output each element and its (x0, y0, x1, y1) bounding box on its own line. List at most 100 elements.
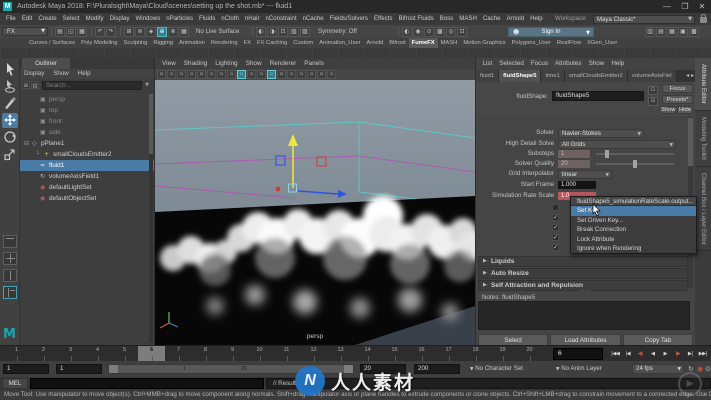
range-start-handle[interactable] (109, 365, 118, 373)
outliner-tab[interactable]: Outliner (22, 58, 70, 69)
attribute-checkbox[interactable]: ✓ (552, 234, 559, 241)
lasso-tool[interactable] (2, 79, 18, 94)
shelf-tab[interactable]: Animation_User (316, 38, 363, 48)
menu-item[interactable]: Fields/Solvers (327, 13, 371, 25)
swatch-icon[interactable]: ⊟ (648, 97, 658, 106)
timeline-frame[interactable]: 17 (435, 346, 462, 362)
scale-tool[interactable] (2, 147, 18, 162)
viewport-toolbar-icon[interactable]: ▫ (297, 70, 306, 79)
construction-history-icon[interactable]: ◐ (256, 27, 266, 37)
character-set-dropdown[interactable]: ▼ No Character Set (470, 361, 523, 378)
make-live-icon[interactable]: ⊗ (168, 27, 178, 37)
menu-item[interactable]: Display (107, 13, 133, 25)
timeline-frame[interactable]: 6 (138, 346, 165, 362)
open-render-view-icon[interactable]: ◑ (267, 27, 277, 37)
node-tab[interactable]: time1 (541, 70, 564, 82)
menu-item[interactable]: Windows (133, 13, 164, 25)
workspace-lock-icon[interactable] (700, 17, 707, 23)
display-layer-icon[interactable]: ◐ (402, 27, 412, 37)
menu-item[interactable]: nHair (242, 13, 263, 25)
start-frame-input[interactable]: 1.000 (558, 181, 596, 189)
section-auto-resize[interactable]: ▶Auto Resize (478, 268, 688, 279)
node-tab[interactable]: volumeAxisFiel (628, 70, 677, 82)
light-editor-icon[interactable]: ◎ (446, 27, 456, 37)
attribute-checkbox[interactable]: ✓ (552, 214, 559, 221)
node-name-input[interactable]: fluidShape5 (552, 91, 644, 101)
pause-icon[interactable]: ⊡ (457, 27, 467, 37)
snap-point-icon[interactable]: ◈ (146, 27, 156, 37)
shelf-tab[interactable]: FumeFX (409, 38, 438, 48)
grid-interpolator-dropdown[interactable]: linear▼ (558, 170, 612, 179)
menu-item[interactable]: File (3, 13, 19, 25)
outliner-item[interactable]: ◉defaultObjectSet (20, 193, 154, 204)
playback-start-input[interactable]: 1 (56, 364, 102, 374)
outliner-menu-item[interactable]: Display (24, 69, 53, 79)
timeline-frame[interactable]: 18 (462, 346, 489, 362)
maximize-button[interactable]: ❐ (677, 0, 693, 13)
menu-item[interactable]: Create (35, 13, 59, 25)
ipr-render-icon[interactable]: ▧ (289, 27, 299, 37)
menu-item[interactable]: Fluids (196, 13, 218, 25)
outliner-item[interactable]: ▣side (20, 127, 154, 138)
menu-item[interactable]: Help (527, 13, 546, 25)
animation-end-input[interactable]: 200 (414, 364, 460, 374)
move-tool[interactable] (2, 113, 18, 128)
viewport-menu-item[interactable]: Lighting (211, 58, 241, 69)
step-back-key-button[interactable]: ◀| (634, 348, 647, 360)
timeline-frame[interactable]: 9 (219, 346, 246, 362)
step-forward-frame-button[interactable]: ▶| (684, 348, 697, 360)
viewport-menu-item[interactable]: View (158, 58, 180, 69)
menu-item[interactable]: Effects (371, 13, 396, 25)
snap-view-plane-icon[interactable]: ⊕ (157, 27, 167, 37)
outliner-item[interactable]: ◉defaultLightSet (20, 182, 154, 193)
command-input[interactable] (30, 378, 264, 389)
time-slider[interactable]: 1234567891011121314151617181920 6 |◀◀|◀◀… (0, 345, 711, 361)
timeline-frame[interactable]: 7 (165, 346, 192, 362)
menu-item[interactable]: Cache (480, 13, 504, 25)
timeline-frame[interactable]: 13 (327, 346, 354, 362)
context-menu-item[interactable]: Set Key (571, 206, 696, 215)
attribute-checkbox[interactable]: ✓ (552, 224, 559, 231)
hypershade-icon[interactable]: ⊙ (424, 27, 434, 37)
anim-layer-dropdown[interactable]: ▼ No Anim Layer (556, 361, 602, 378)
select-tool[interactable] (2, 62, 18, 77)
timeline-frame[interactable]: 12 (300, 346, 327, 362)
shelf-tab[interactable]: Rigging (150, 38, 176, 48)
viewport-toolbar-icon[interactable]: ▫ (317, 70, 326, 79)
step-back-frame-button[interactable]: |◀ (622, 348, 635, 360)
timeline-frame[interactable]: 14 (354, 346, 381, 362)
auto-keyframe-icon[interactable]: ◉ (697, 364, 703, 374)
channel-box-toggle-icon[interactable]: ▩ (689, 27, 699, 37)
selection-mode-dropdown[interactable]: FX▼ (2, 27, 48, 36)
shelf-tab[interactable]: Curves / Surfaces (26, 38, 78, 48)
viewport-toolbar-icon[interactable]: ▫ (267, 70, 276, 79)
menu-item[interactable]: Edit (19, 13, 36, 25)
outliner-scrollbar[interactable] (149, 94, 153, 343)
go-to-end-button[interactable]: ▶▶| (697, 348, 710, 360)
viewport-toolbar-icon[interactable]: ▫ (217, 70, 226, 79)
menu-item[interactable]: Boss (437, 13, 457, 25)
outliner-menu-item[interactable]: Help (78, 69, 100, 79)
attribute-editor-menu-item[interactable]: Help (608, 58, 628, 70)
shelf-tab[interactable]: FX (241, 38, 254, 48)
viewport-toolbar-icon[interactable]: ▫ (257, 70, 266, 79)
viewport-toolbar-icon[interactable]: ▫ (247, 70, 256, 79)
animation-start-input[interactable]: 1 (3, 364, 49, 374)
context-menu-item[interactable]: Set Driven Key... (571, 216, 696, 225)
solver-dropdown[interactable]: Navier-Stokes▼ (558, 129, 644, 138)
outliner-item[interactable]: ▣front (20, 116, 154, 127)
viewport-menu-item[interactable]: Renderer (266, 58, 301, 69)
viewport-toolbar-icon[interactable]: ▫ (237, 70, 246, 79)
render-settings-icon[interactable]: ▨ (300, 27, 310, 37)
attribute-editor-toggle-icon[interactable]: ▦ (667, 27, 677, 37)
modeling-toolkit-toggle-icon[interactable]: ▥ (645, 27, 655, 37)
viewport-toolbar-icon[interactable]: ▫ (327, 70, 336, 79)
timeline-frame[interactable]: 1 (3, 346, 30, 362)
outliner-item[interactable]: ≈fluid1 (20, 160, 154, 171)
side-tab[interactable]: Attribute Editor (695, 58, 711, 111)
viewport-menu-item[interactable]: Shading (180, 58, 211, 69)
viewport-toolbar-icon[interactable]: ▫ (277, 70, 286, 79)
anim-layer-icon[interactable]: ◉ (413, 27, 423, 37)
menu-item[interactable]: Select (60, 13, 83, 25)
shelf-tab[interactable]: Arnold (364, 38, 387, 48)
